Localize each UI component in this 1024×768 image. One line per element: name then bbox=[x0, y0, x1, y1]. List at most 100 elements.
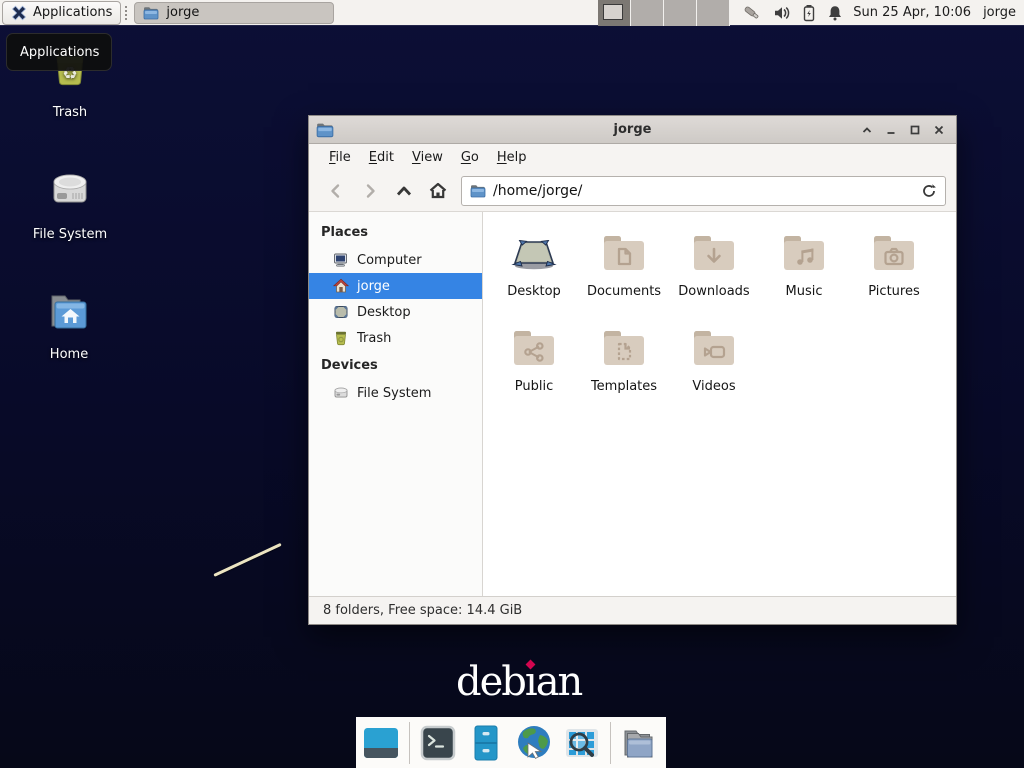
folder-public-icon bbox=[510, 325, 558, 373]
window-titlebar[interactable]: jorge bbox=[309, 116, 956, 144]
taskbar-window-button[interactable]: jorge bbox=[134, 2, 334, 24]
shade-button[interactable] bbox=[859, 122, 874, 137]
up-icon bbox=[394, 182, 414, 200]
file-label: Desktop bbox=[507, 284, 561, 299]
file-label: Templates bbox=[591, 379, 657, 394]
window-folder-icon bbox=[316, 122, 334, 138]
folder-templates-icon bbox=[600, 325, 648, 373]
file-item-public[interactable]: Public bbox=[489, 319, 579, 414]
panel-username[interactable]: jorge bbox=[983, 5, 1016, 20]
file-item-templates[interactable]: Templates bbox=[579, 319, 669, 414]
up-button[interactable] bbox=[387, 176, 421, 206]
toolbar: /home/jorge/ bbox=[309, 170, 956, 212]
system-tray bbox=[742, 4, 843, 22]
sidebar-header-places: Places bbox=[309, 218, 482, 247]
desktop-icon-label: File System bbox=[33, 227, 107, 242]
folder-music-icon bbox=[780, 230, 828, 278]
close-button[interactable] bbox=[931, 122, 946, 137]
address-folder-icon bbox=[470, 184, 486, 198]
menu-help[interactable]: Help bbox=[488, 147, 536, 168]
volume-icon[interactable] bbox=[773, 4, 791, 22]
sidebar-item-file-system[interactable]: File System bbox=[309, 380, 482, 406]
desktop-icon-home[interactable]: Home bbox=[21, 288, 117, 362]
desktop-stray-line bbox=[213, 543, 281, 577]
workspace-2[interactable] bbox=[631, 0, 664, 26]
panel-separator-handle[interactable] bbox=[125, 6, 131, 20]
workspace-4[interactable] bbox=[697, 0, 730, 26]
sidebar-item-label: Desktop bbox=[357, 305, 411, 320]
sidebar-item-label: Trash bbox=[357, 331, 391, 346]
file-item-music[interactable]: Music bbox=[759, 224, 849, 319]
folder-documents-icon bbox=[600, 230, 648, 278]
file-item-pictures[interactable]: Pictures bbox=[849, 224, 939, 319]
terminal-icon bbox=[418, 723, 458, 763]
folder-videos-icon bbox=[690, 325, 738, 373]
xfce-logo-icon bbox=[11, 5, 27, 21]
sidebar-item-label: Computer bbox=[357, 253, 422, 268]
file-label: Videos bbox=[692, 379, 735, 394]
applications-menu-button[interactable]: Applications bbox=[2, 1, 121, 25]
applications-menu-label: Applications bbox=[33, 5, 112, 20]
file-manager-window: jorge File Edit View Go Help bbox=[308, 115, 957, 625]
sidebar-item-label: File System bbox=[357, 386, 431, 401]
file-item-downloads[interactable]: Downloads bbox=[669, 224, 759, 319]
workspace-switcher[interactable] bbox=[598, 0, 730, 26]
back-button[interactable] bbox=[319, 176, 353, 206]
dock-app-finder[interactable] bbox=[562, 723, 602, 763]
web-browser-globe-icon bbox=[514, 723, 554, 763]
tooltip-text: Applications bbox=[20, 45, 99, 60]
debian-logo-i: ı bbox=[525, 659, 536, 705]
hard-drive-icon bbox=[46, 168, 94, 218]
forward-button[interactable] bbox=[353, 176, 387, 206]
file-label: Public bbox=[515, 379, 553, 394]
sidebar-item-computer[interactable]: Computer bbox=[309, 247, 482, 273]
sidebar-item-label: jorge bbox=[357, 279, 390, 294]
workspace-1[interactable] bbox=[598, 0, 631, 26]
menu-file[interactable]: File bbox=[320, 147, 360, 168]
home-button[interactable] bbox=[421, 176, 455, 206]
file-view[interactable]: Desktop Documents bbox=[483, 212, 956, 596]
sidebar-item-trash[interactable]: Trash bbox=[309, 325, 482, 351]
file-grid: Desktop Documents bbox=[489, 224, 956, 414]
app-finder-icon bbox=[562, 723, 602, 763]
battery-icon[interactable] bbox=[802, 4, 816, 22]
desktop-icon-file-system[interactable]: File System bbox=[22, 168, 118, 242]
address-bar[interactable]: /home/jorge/ bbox=[461, 176, 946, 206]
home-icon bbox=[428, 181, 448, 200]
file-label: Documents bbox=[587, 284, 661, 299]
user-home-icon bbox=[333, 278, 349, 294]
sidebar-item-desktop[interactable]: Desktop bbox=[309, 299, 482, 325]
dock-file-manager[interactable] bbox=[466, 723, 506, 763]
menu-edit[interactable]: Edit bbox=[360, 147, 403, 168]
maximize-button[interactable] bbox=[907, 122, 922, 137]
file-item-desktop[interactable]: Desktop bbox=[489, 224, 579, 319]
file-label: Music bbox=[786, 284, 823, 299]
drive-icon bbox=[333, 385, 349, 401]
dock-folder[interactable] bbox=[619, 723, 659, 763]
address-text[interactable]: /home/jorge/ bbox=[493, 183, 914, 199]
notifications-bell-icon[interactable] bbox=[827, 4, 843, 22]
panel-clock[interactable]: Sun 25 Apr, 10:06 bbox=[853, 5, 971, 20]
show-desktop-icon bbox=[361, 723, 401, 763]
dock-show-desktop[interactable] bbox=[361, 723, 401, 763]
file-item-documents[interactable]: Documents bbox=[579, 224, 669, 319]
sidebar-item-jorge[interactable]: jorge bbox=[309, 273, 482, 299]
graphics-tablet-icon[interactable] bbox=[742, 4, 762, 22]
home-folder-icon bbox=[44, 288, 94, 338]
dock bbox=[356, 717, 666, 768]
sidebar: Places Computer bbox=[309, 212, 483, 596]
file-item-videos[interactable]: Videos bbox=[669, 319, 759, 414]
minimize-button[interactable] bbox=[883, 122, 898, 137]
file-label: Pictures bbox=[868, 284, 919, 299]
folder-icon bbox=[143, 6, 159, 20]
workspace-3[interactable] bbox=[664, 0, 697, 26]
reload-icon[interactable] bbox=[921, 183, 937, 199]
menu-view[interactable]: View bbox=[403, 147, 452, 168]
file-cabinet-icon bbox=[466, 723, 506, 763]
menu-go[interactable]: Go bbox=[452, 147, 488, 168]
window-body: Places Computer bbox=[309, 212, 956, 596]
desktop-icon-label: Home bbox=[50, 347, 88, 362]
dock-terminal[interactable] bbox=[418, 723, 458, 763]
menubar: File Edit View Go Help bbox=[309, 144, 956, 170]
dock-web-browser[interactable] bbox=[514, 723, 554, 763]
